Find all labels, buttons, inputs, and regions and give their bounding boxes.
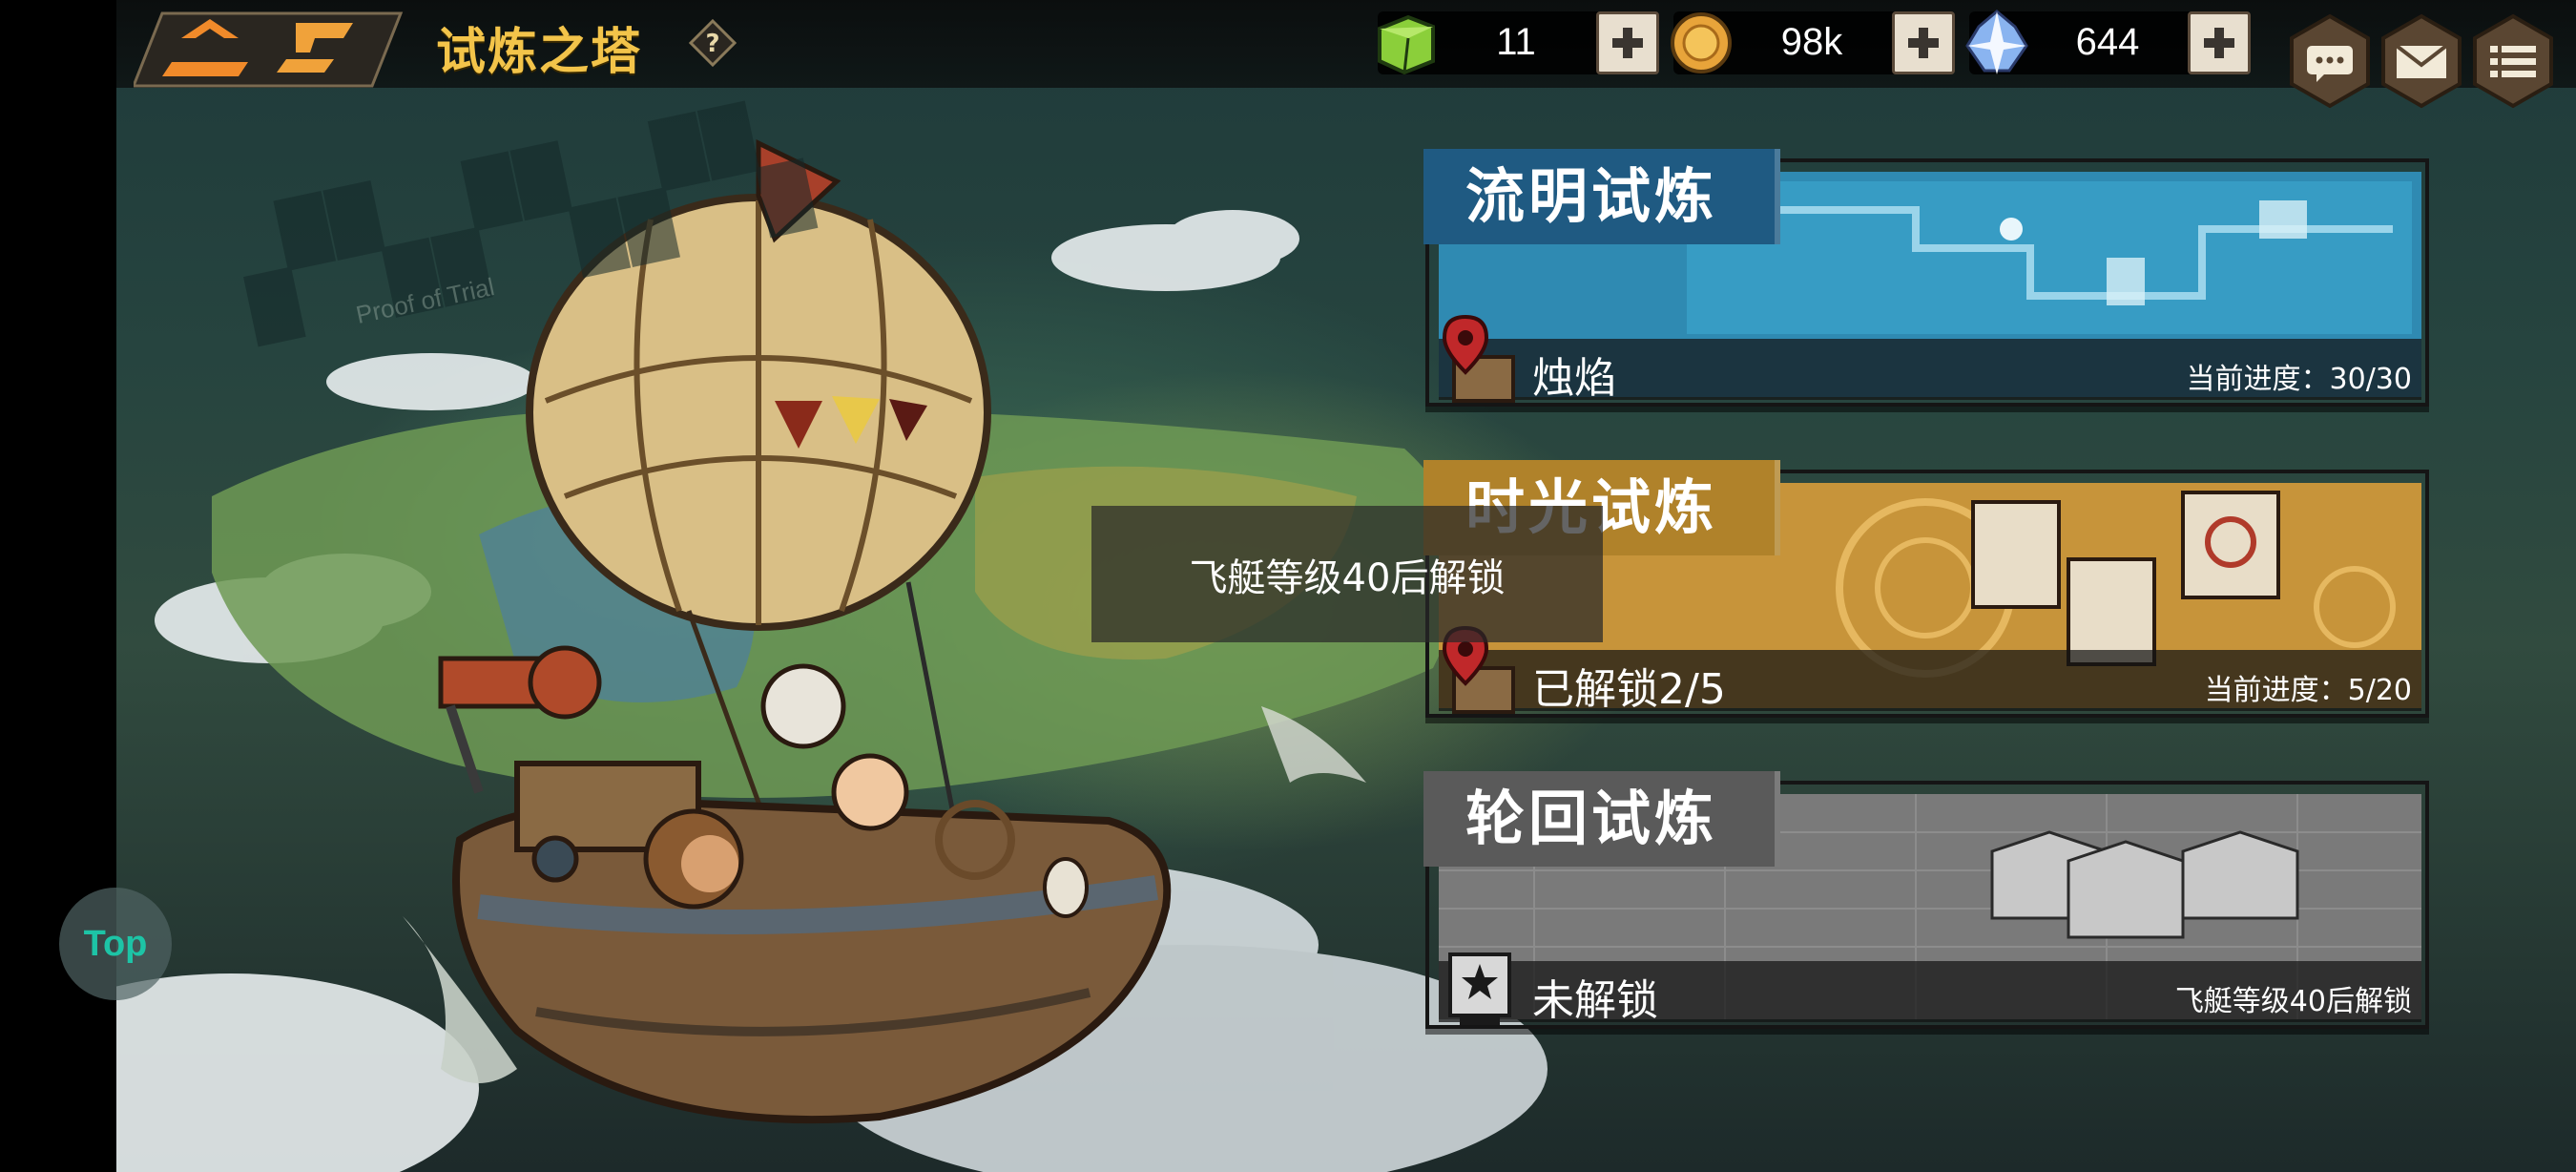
trial-card-lumen[interactable]: 流明试炼 烛焰 当前进度：30/30 xyxy=(1423,149,2429,407)
resource-crystal: 644 xyxy=(1965,10,2251,74)
plus-icon xyxy=(1612,28,1643,58)
trial-subtitle-time: 已解锁2/5 xyxy=(1532,665,1726,714)
plus-icon xyxy=(1908,28,1939,58)
svg-text:?: ? xyxy=(705,30,719,58)
trial-subtitle-lumen: 烛焰 xyxy=(1532,354,1616,403)
question-icon[interactable]: ? xyxy=(689,19,737,67)
add-gold-button[interactable] xyxy=(1892,11,1955,74)
trial-title-lumen: 流明试炼 xyxy=(1423,149,1781,244)
resource-stamina: 11 xyxy=(1378,11,1659,75)
trial-title-cycle: 轮回试炼 xyxy=(1423,771,1781,867)
float-top-button[interactable]: Top xyxy=(59,888,172,1000)
chat-icon[interactable] xyxy=(2288,13,2372,109)
green-cube-icon xyxy=(1378,14,1435,75)
gold-value: 98k xyxy=(1780,21,1843,63)
add-crystal-button[interactable] xyxy=(2188,11,2251,74)
location-pin-icon xyxy=(1442,314,1515,403)
trial-subtitle-cycle: 未解锁 xyxy=(1532,976,1658,1025)
page-title: 试炼之塔 xyxy=(436,24,643,81)
add-stamina-button[interactable] xyxy=(1596,11,1659,74)
mail-icon[interactable] xyxy=(2379,13,2463,109)
plus-icon xyxy=(2204,28,2234,58)
menu-icon[interactable] xyxy=(2471,13,2555,109)
coin-icon xyxy=(1671,12,1732,73)
crystal-icon xyxy=(1965,10,2028,74)
crystal-value: 644 xyxy=(2075,21,2140,63)
game-screen: ▞▚▞▚▞▚ Proof of Trial 试炼之塔 ? 11 98k 644 … xyxy=(116,0,2576,1172)
lock-tooltip: 飞艇等级40后解锁 xyxy=(1091,506,1603,642)
resource-gold: 98k xyxy=(1671,11,1955,74)
trial-unlock-hint-cycle: 飞艇等级40后解锁 xyxy=(2174,985,2412,1018)
trial-progress-time: 当前进度：5/20 xyxy=(2204,674,2412,707)
trial-progress-lumen: 当前进度：30/30 xyxy=(2186,363,2412,396)
trophy-lock-icon xyxy=(1448,952,1511,1025)
stamina-value: 11 xyxy=(1496,21,1536,63)
back-logo-icon[interactable] xyxy=(134,10,420,90)
trial-card-cycle[interactable]: 轮回试炼 未解锁 飞艇等级40后解锁 xyxy=(1423,771,2429,1029)
